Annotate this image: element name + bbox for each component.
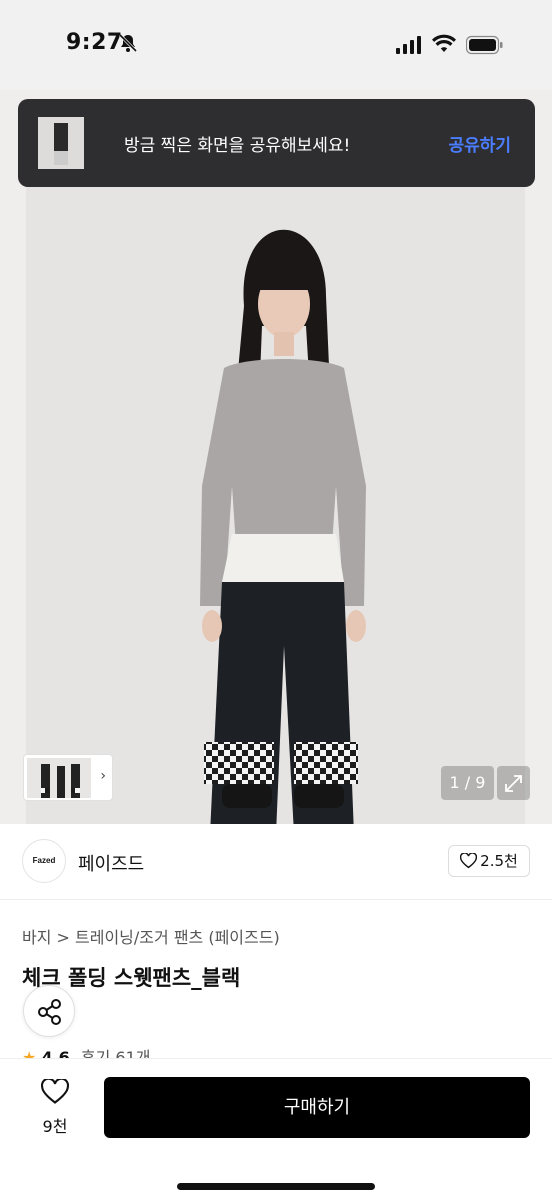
expand-button[interactable] <box>497 766 530 800</box>
signal-icon <box>396 36 421 54</box>
wifi-icon <box>432 34 456 52</box>
brand-name[interactable]: 페이즈드 <box>78 850 144 876</box>
status-bar: 9:27 <box>0 0 552 90</box>
status-time: 9:27 <box>66 30 123 55</box>
wishlist-button[interactable]: 9천 <box>30 1077 80 1137</box>
thumbnail-strip[interactable]: › <box>23 754 113 801</box>
muted-bell-icon <box>118 33 138 53</box>
brand-logo[interactable]: Fazed <box>22 839 66 883</box>
home-indicator <box>177 1183 375 1190</box>
share-toast: 방금 찍은 화면을 공유해보세요! 공유하기 <box>18 99 535 187</box>
heart-icon <box>40 1077 70 1104</box>
screenshot-thumbnail[interactable] <box>38 117 84 169</box>
brand-like-count: 2.5천 <box>480 852 518 870</box>
image-counter: 1 / 9 <box>441 766 494 800</box>
bottom-action-bar: 9천 구매하기 <box>0 1058 552 1200</box>
product-gallery[interactable]: › 1 / 9 <box>0 90 552 824</box>
toast-share-button[interactable]: 공유하기 <box>448 131 511 156</box>
chevron-right-icon[interactable]: › <box>100 768 106 784</box>
battery-icon <box>466 35 503 55</box>
thumbnail-image[interactable] <box>27 758 91 798</box>
expand-icon <box>505 775 522 792</box>
buy-button[interactable]: 구매하기 <box>104 1077 530 1138</box>
share-button[interactable] <box>23 985 75 1037</box>
brand-like-button[interactable]: 2.5천 <box>448 845 530 877</box>
wishlist-count: 9천 <box>42 1117 68 1136</box>
share-icon <box>38 999 61 1025</box>
toast-message: 방금 찍은 화면을 공유해보세요! <box>124 136 351 156</box>
brand-row: Fazed 페이즈드 2.5천 <box>0 824 552 900</box>
heart-icon <box>460 852 478 869</box>
product-photo[interactable] <box>26 186 525 824</box>
breadcrumb[interactable]: 바지 > 트레이닝/조거 팬츠 (페이즈드) <box>22 924 280 948</box>
